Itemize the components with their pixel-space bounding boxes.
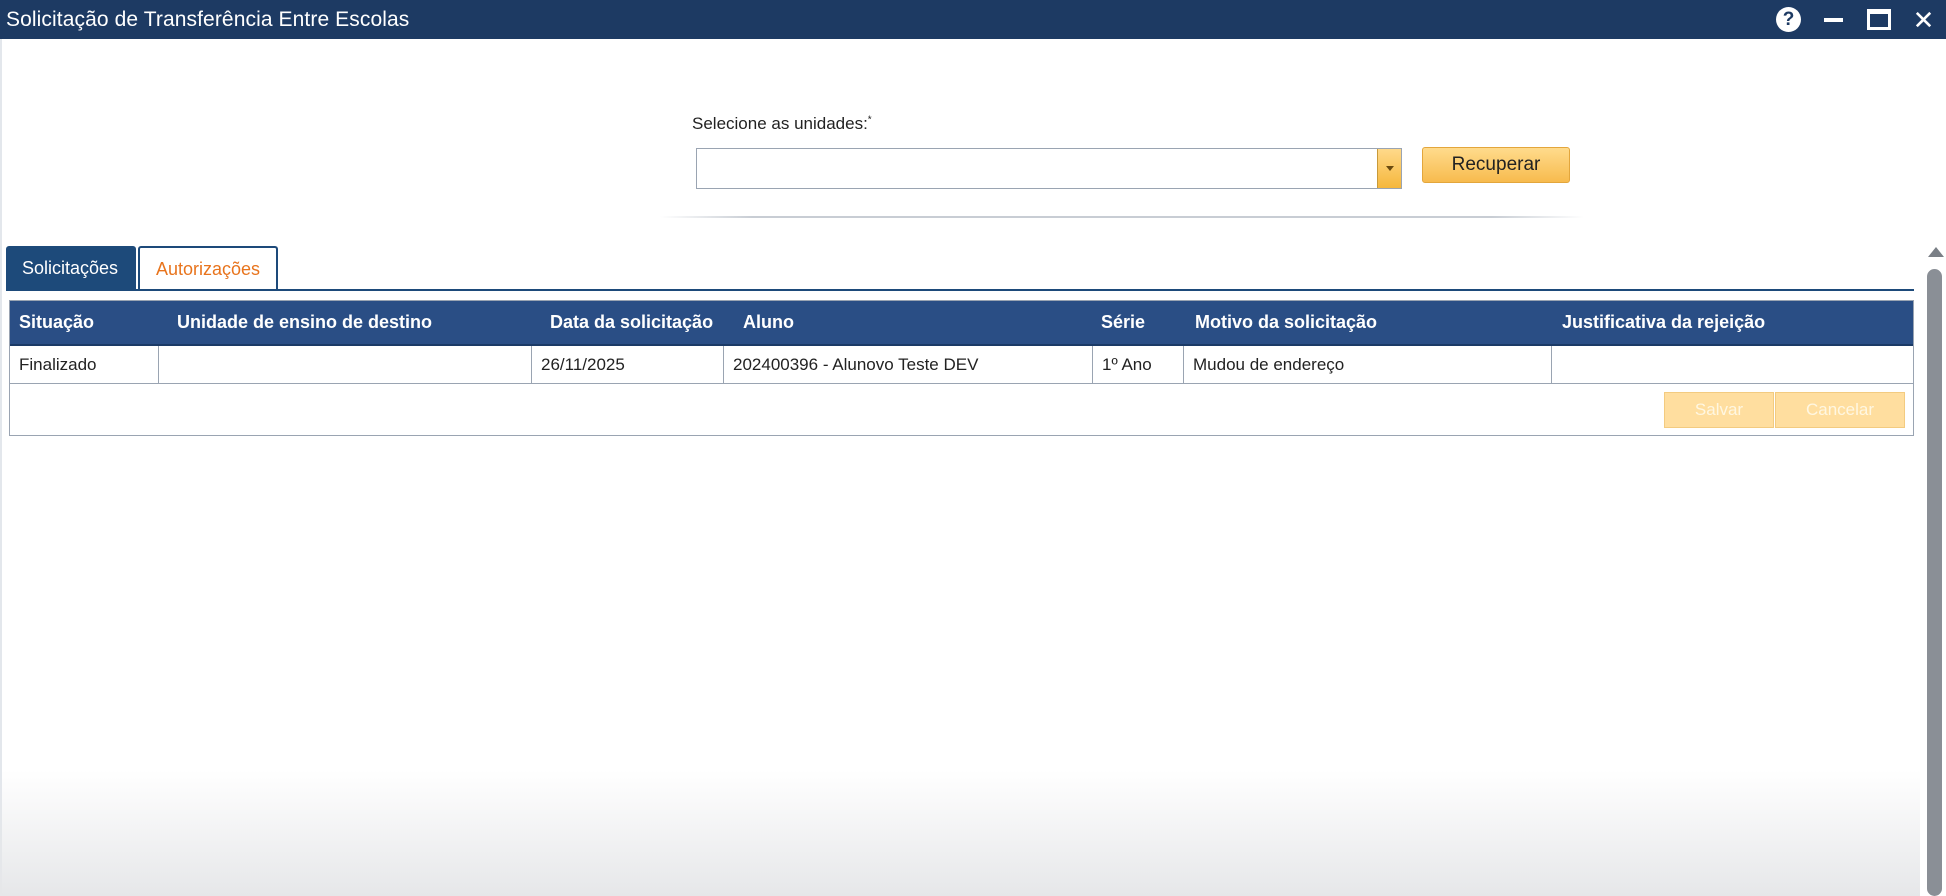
tab-solicitacoes[interactable]: Solicitações (6, 246, 136, 290)
close-button[interactable]: ✕ (1901, 0, 1946, 39)
scroll-thumb[interactable] (1927, 269, 1942, 896)
cell-justificativa (1552, 346, 1913, 383)
close-icon: ✕ (1912, 4, 1935, 35)
bottom-shade (0, 770, 1920, 896)
maximize-icon (1866, 9, 1891, 30)
cell-situacao: Finalizado (10, 346, 159, 383)
required-mark: * (867, 114, 872, 126)
vertical-scrollbar[interactable] (1926, 247, 1944, 896)
tab-bar: Solicitações Autorizações (6, 246, 278, 290)
left-border (0, 39, 2, 896)
help-button[interactable]: ? (1766, 0, 1811, 39)
recuperar-button[interactable]: Recuperar (1422, 147, 1570, 183)
units-select[interactable] (696, 148, 1402, 189)
column-header-unidade-destino[interactable]: Unidade de ensino de destino (168, 301, 540, 344)
grid-header: Situação Unidade de ensino de destino Da… (10, 301, 1913, 346)
filter-divider (660, 216, 1584, 218)
tab-autorizacoes[interactable]: Autorizações (138, 246, 278, 290)
title-bar: Solicitação de Transferência Entre Escol… (0, 0, 1946, 39)
minimize-button[interactable] (1811, 0, 1856, 39)
grid-footer: Salvar Cancelar (10, 385, 1913, 435)
help-icon: ? (1776, 7, 1801, 32)
column-header-data-solicitacao[interactable]: Data da solicitação (541, 301, 733, 344)
column-header-situacao[interactable]: Situação (10, 301, 160, 344)
cell-serie: 1º Ano (1093, 346, 1184, 383)
dropdown-toggle[interactable] (1377, 149, 1401, 188)
maximize-button[interactable] (1856, 0, 1901, 39)
cell-unidade-destino (159, 346, 532, 383)
column-header-aluno[interactable]: Aluno (734, 301, 1092, 344)
cell-aluno: 202400396 - Alunovo Teste DEV (724, 346, 1093, 383)
scroll-up-arrow-icon[interactable] (1928, 247, 1944, 257)
window-title: Solicitação de Transferência Entre Escol… (6, 7, 410, 31)
window-controls: ? ✕ (1766, 0, 1946, 39)
table-row[interactable]: Finalizado 26/11/2025 202400396 - Alunov… (10, 346, 1913, 384)
salvar-button[interactable]: Salvar (1664, 392, 1774, 428)
authorizations-grid: Situação Unidade de ensino de destino Da… (9, 300, 1914, 436)
minimize-icon (1824, 17, 1843, 22)
column-header-motivo[interactable]: Motivo da solicitação (1186, 301, 1552, 344)
chevron-down-icon (1385, 166, 1394, 171)
column-header-serie[interactable]: Série (1092, 301, 1183, 344)
cell-motivo: Mudou de endereço (1184, 346, 1552, 383)
cancelar-button[interactable]: Cancelar (1775, 392, 1905, 428)
tab-underline (6, 289, 1914, 291)
column-header-justificativa[interactable]: Justificativa da rejeição (1553, 301, 1913, 344)
cell-data-solicitacao: 26/11/2025 (532, 346, 724, 383)
units-label-text: Selecione as unidades: (692, 114, 868, 133)
units-label: Selecione as unidades:* (692, 114, 872, 134)
